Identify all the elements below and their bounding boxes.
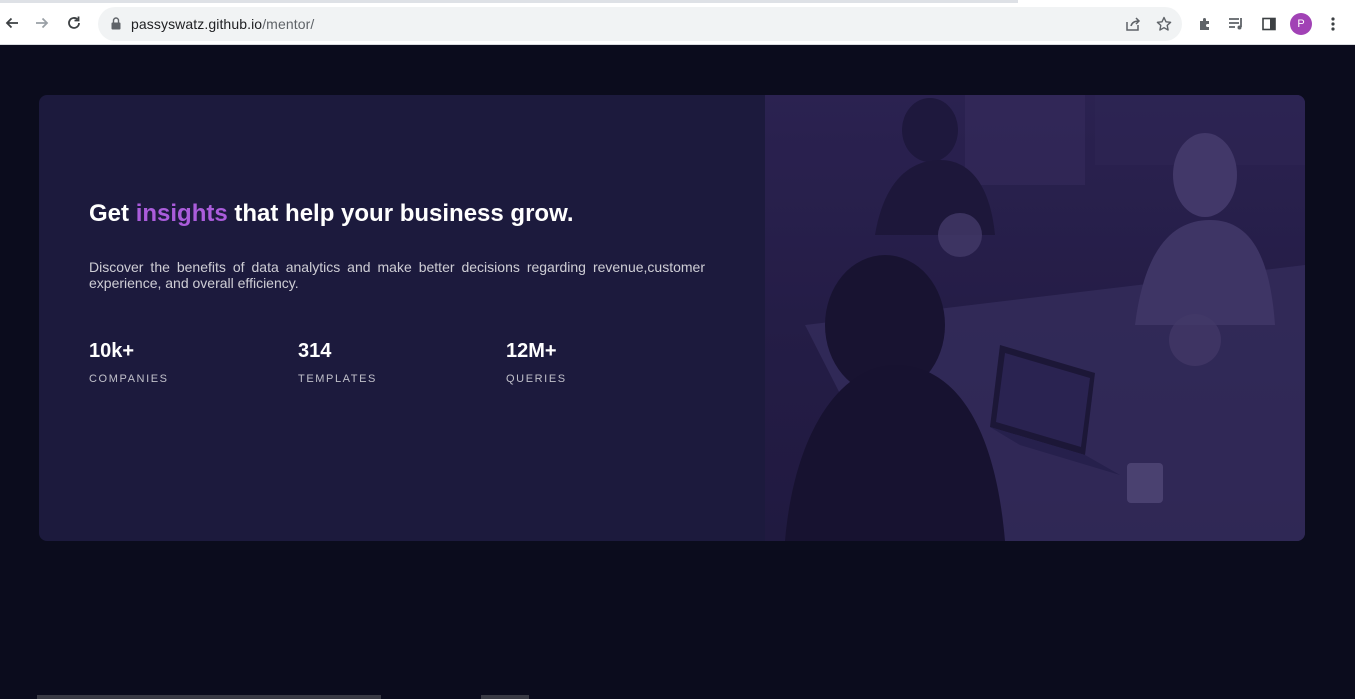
stat-value: 10k+ [89, 340, 135, 362]
stat-templates: 314 TEMPLATES [298, 340, 377, 385]
headline-accent: insights [135, 200, 228, 227]
hero-headline: Get insights that help your business gro… [89, 200, 574, 228]
back-icon[interactable] [1, 12, 23, 34]
extensions-icon[interactable] [1195, 14, 1215, 34]
url-domain: passyswatz.github.io [131, 16, 263, 32]
side-panel-icon[interactable] [1259, 14, 1279, 34]
stat-label: QUERIES [506, 373, 567, 385]
hero-text-panel: Get insights that help your business gro… [39, 95, 765, 541]
url-text[interactable]: passyswatz.github.io/mentor/ [131, 16, 314, 32]
taskbar-segment [481, 695, 529, 699]
reload-icon[interactable] [63, 12, 85, 34]
stat-value: 314 [298, 340, 332, 362]
stat-label: COMPANIES [89, 373, 169, 385]
forward-icon[interactable] [31, 12, 53, 34]
hero-card: Get insights that help your business gro… [39, 95, 1305, 541]
office-meeting-image [765, 95, 1305, 541]
hero-description: Discover the benefits of data analytics … [89, 259, 705, 291]
stat-value: 12M+ [506, 340, 557, 362]
browser-toolbar: passyswatz.github.io/mentor/ P [0, 3, 1355, 45]
lock-icon[interactable] [111, 17, 121, 35]
stat-queries: 12M+ QUERIES [506, 340, 567, 385]
share-icon[interactable] [1124, 15, 1142, 33]
stat-label: TEMPLATES [298, 373, 377, 385]
media-icon[interactable] [1227, 14, 1247, 34]
bookmark-star-icon[interactable] [1155, 15, 1173, 33]
office-scene-illustration [765, 95, 1305, 541]
address-bar[interactable]: passyswatz.github.io/mentor/ [98, 7, 1182, 41]
headline-start: Get [89, 200, 136, 227]
menu-icon[interactable] [1323, 14, 1343, 34]
taskbar-segment [37, 695, 381, 699]
headline-end: that help your business grow. [227, 200, 574, 227]
url-path: /mentor/ [262, 16, 315, 32]
stat-companies: 10k+ COMPANIES [89, 340, 169, 385]
profile-avatar[interactable]: P [1290, 13, 1312, 35]
